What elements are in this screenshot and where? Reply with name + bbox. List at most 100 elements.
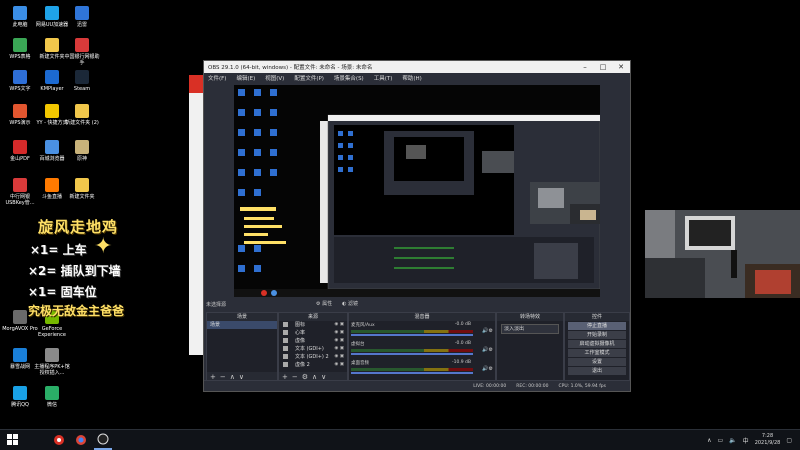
control-button[interactable]: 设置 xyxy=(568,358,626,366)
source-item[interactable]: 心率 ◉ ▣ xyxy=(279,329,347,337)
desktop-icon[interactable]: Steam xyxy=(64,70,100,92)
app-icon xyxy=(75,104,89,118)
tray-chevron-icon[interactable]: ∧ xyxy=(707,437,711,444)
app-icon xyxy=(75,70,89,84)
mute-settings-icon[interactable]: 🔊⚙ xyxy=(482,328,493,334)
mixer-db-value: -0.0 dB xyxy=(454,341,471,346)
mixer-db-value: -10.9 dB xyxy=(451,360,471,365)
app-icon xyxy=(45,348,59,362)
menu-item[interactable]: 视图(V) xyxy=(265,74,284,82)
desktop-icon[interactable]: 原神 xyxy=(64,140,100,162)
app-icon xyxy=(45,386,59,400)
network-icon[interactable]: ▭ xyxy=(718,437,724,444)
taskbar-chrome-icon[interactable] xyxy=(72,431,90,449)
desktop-icon[interactable]: WPS表格 xyxy=(2,38,38,60)
visibility-lock-icon[interactable]: ◉ ▣ xyxy=(334,361,344,369)
source-item[interactable]: 虚像 ◉ ▣ xyxy=(279,337,347,345)
control-button[interactable]: 退出 xyxy=(568,367,626,375)
audio-meter xyxy=(351,330,473,333)
app-icon xyxy=(45,178,59,192)
minimize-button[interactable]: – xyxy=(576,63,594,71)
control-button[interactable]: 工作室模式 xyxy=(568,349,626,357)
start-button[interactable] xyxy=(4,431,22,449)
desktop-icon[interactable]: 迅雷 xyxy=(64,6,100,28)
desktop-icon[interactable]: 微信 xyxy=(34,386,70,408)
control-button[interactable]: 开始录制 xyxy=(568,331,626,339)
obs-titlebar[interactable]: OBS 29.1.0 (64-bit, windows) - 配置文件: 未命名… xyxy=(204,61,630,73)
source-item-label: 虚像 2 xyxy=(295,362,310,368)
live-status: LIVE: 00:00:00 xyxy=(473,383,507,389)
windows-icon xyxy=(7,434,18,445)
desktop-icon-label: 主播程序PK+馆授权插入... xyxy=(34,364,70,376)
mixer-panel-title: 混音器 xyxy=(349,313,495,321)
visibility-lock-icon[interactable]: ◉ ▣ xyxy=(334,329,344,337)
source-type-icon xyxy=(283,338,288,343)
visibility-lock-icon[interactable]: ◉ ▣ xyxy=(334,337,344,345)
desktop-icon-label: GeForce Experience xyxy=(38,326,66,338)
control-button[interactable]: 启动虚拟摄像机 xyxy=(568,340,626,348)
clock-time: 7:28 xyxy=(761,433,774,439)
menu-item[interactable]: 编辑(E) xyxy=(236,74,255,82)
webcam-small xyxy=(530,182,600,224)
desktop-icon[interactable]: 腾讯QQ xyxy=(2,386,38,408)
desktop-icon[interactable]: 暴雪战网 xyxy=(2,348,38,370)
source-item[interactable]: 图标 ◉ ▣ xyxy=(279,321,347,329)
menu-item[interactable]: 工具(T) xyxy=(374,74,393,82)
notifications-icon[interactable]: ▢ xyxy=(786,437,792,444)
desktop-icon[interactable]: 中行网银USBKey管... xyxy=(2,178,38,206)
desktop-icon-label: 新建文件夹 (2) xyxy=(65,120,99,126)
control-button[interactable]: 停止直播 xyxy=(568,322,626,330)
obs-window[interactable]: OBS 29.1.0 (64-bit, windows) - 配置文件: 未命名… xyxy=(203,60,631,392)
desktop-icon[interactable]: 主播程序PK+馆授权插入... xyxy=(34,348,70,376)
desktop-icon[interactable]: 新建文件夹 (2) xyxy=(64,104,100,126)
source-item[interactable]: 文本 (GDI+) ◉ ▣ xyxy=(279,345,347,353)
source-item-label: 文本 (GDI+) xyxy=(295,346,324,352)
audio-meter xyxy=(351,368,473,371)
desktop-icon-label: 中国银行网银助手 xyxy=(64,54,100,66)
menu-item[interactable]: 场景集合(S) xyxy=(334,74,364,82)
sources-panel: 来源 图标 ◉ ▣ 心率 ◉ ▣ 虚像 ◉ ▣ 文本 (GDI+) ◉ ▣ 文本 (GDI+) … xyxy=(278,312,348,382)
scene-item[interactable]: 场景 xyxy=(207,321,277,329)
obs-status-bar: LIVE: 00:00:00 REC: 00:00:00 CPU: 1.0%, … xyxy=(204,380,630,391)
transition-select[interactable]: 淡入淡出 xyxy=(501,324,559,334)
taskbar-browser-icon[interactable] xyxy=(50,431,68,449)
menu-item[interactable]: 帮助(H) xyxy=(402,74,421,82)
app-icon xyxy=(75,140,89,154)
visibility-lock-icon[interactable]: ◉ ▣ xyxy=(334,345,344,353)
close-button[interactable]: ✕ xyxy=(612,63,630,71)
maximize-button[interactable]: □ xyxy=(594,63,612,71)
menu-item[interactable]: 配置文件(P) xyxy=(294,74,324,82)
mute-settings-icon[interactable]: 🔊⚙ xyxy=(482,366,493,372)
volume-icon[interactable]: 🔈 xyxy=(729,437,736,444)
desktop-icon-label: 腾讯QQ xyxy=(11,402,29,408)
system-tray: ∧ ▭ 🔈 中 7:28 2021/9/28 ▢ xyxy=(707,433,800,447)
volume-slider[interactable] xyxy=(351,372,473,374)
desktop-icon[interactable]: 金山PDF xyxy=(2,140,38,162)
properties-button[interactable]: ⚙ 属性 xyxy=(316,300,332,307)
desktop-icon[interactable]: 新建文件夹 xyxy=(64,178,100,200)
desktop-icon[interactable]: WPS演示 xyxy=(2,104,38,126)
audio-mixer-panel: 混音器 麦克风/Aux -0.0 dB 🔊⚙ 虚拟台 -0.0 dB 🔊⚙ 桌面音频 -10.… xyxy=(348,312,496,382)
desktop-icon[interactable]: 此电脑 xyxy=(2,6,38,28)
app-icon xyxy=(13,140,27,154)
source-item[interactable]: 文本 (GDI+) 2 ◉ ▣ xyxy=(279,353,347,361)
mute-settings-icon[interactable]: 🔊⚙ xyxy=(482,347,493,353)
menu-item[interactable]: 文件(F) xyxy=(208,74,226,82)
app-icon xyxy=(13,386,27,400)
no-source-selected-label: 未选择源 xyxy=(206,302,227,308)
volume-slider[interactable] xyxy=(351,353,473,355)
filters-button[interactable]: ◐ 滤镜 xyxy=(342,300,358,307)
ime-indicator[interactable]: 中 xyxy=(743,436,749,445)
taskbar-obs-icon[interactable] xyxy=(94,430,112,450)
desktop-icon[interactable]: 中国银行网银助手 xyxy=(64,38,100,66)
visibility-lock-icon[interactable]: ◉ ▣ xyxy=(334,321,344,329)
source-item[interactable]: 虚像 2 ◉ ▣ xyxy=(279,361,347,369)
visibility-lock-icon[interactable]: ◉ ▣ xyxy=(334,353,344,361)
cpu-status: CPU: 1.0%, 59.94 fps xyxy=(558,383,607,389)
volume-slider[interactable] xyxy=(351,334,473,336)
controls-list: 停止直播 开始录制 启动虚拟摄像机 工作室模式 设置 退出 xyxy=(565,322,629,375)
desktop-icon-label: WPS演示 xyxy=(9,120,31,126)
clock[interactable]: 7:28 2021/9/28 xyxy=(755,433,781,447)
desktop-icon[interactable]: WPS文字 xyxy=(2,70,38,92)
mixer-channel: 麦克风/Aux -0.0 dB 🔊⚙ xyxy=(349,321,495,340)
